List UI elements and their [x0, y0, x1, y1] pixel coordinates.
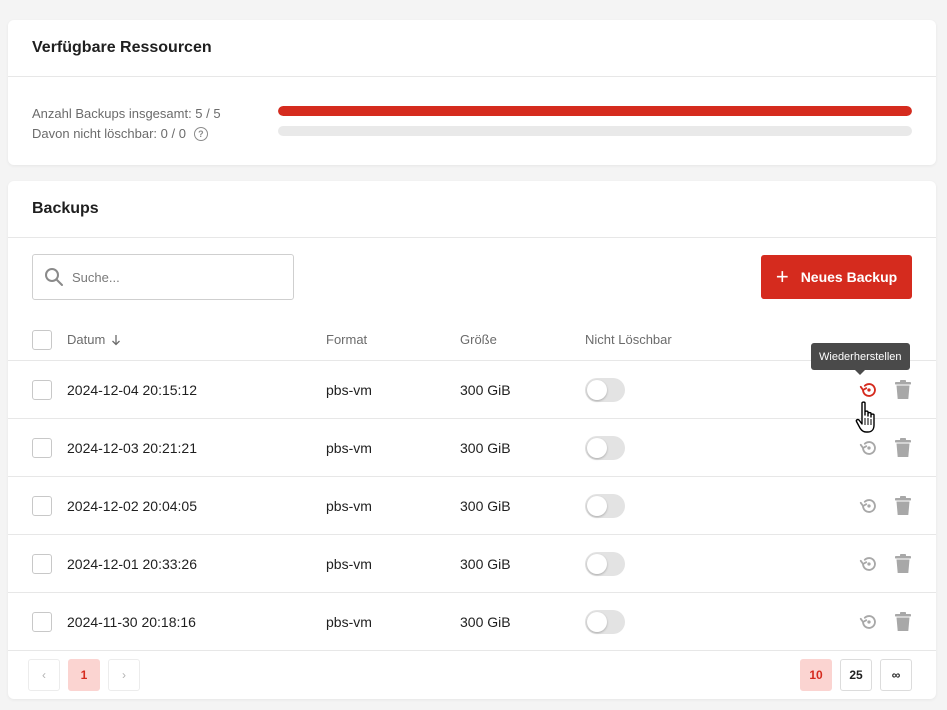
select-all-checkbox[interactable]	[32, 329, 52, 350]
sort-down-icon[interactable]	[111, 334, 121, 346]
row-checkbox[interactable]	[32, 437, 52, 458]
undeletable-progress	[278, 126, 912, 136]
question-circle-icon[interactable]: ?	[193, 127, 208, 141]
not-deletable-toggle[interactable]	[585, 377, 625, 402]
restore-icon[interactable]	[857, 436, 881, 460]
trash-icon[interactable]	[891, 610, 915, 634]
table-row: 2024-12-03 20:21:21 pbs-vm 300 GiB	[8, 419, 936, 477]
backup-date: 2024-12-04 20:15:12	[67, 381, 197, 398]
plus-icon: +	[775, 264, 789, 289]
restore-icon[interactable]	[857, 378, 881, 402]
backup-size: 300 GiB	[460, 497, 511, 514]
search-input[interactable]	[72, 269, 272, 285]
backup-size: 300 GiB	[460, 439, 511, 456]
restore-icon[interactable]	[857, 494, 881, 518]
column-not-deletable: Nicht Löschbar	[585, 332, 672, 347]
backup-format: pbs-vm	[326, 497, 372, 514]
total-backups-progress-fill	[278, 106, 912, 116]
trash-icon[interactable]	[891, 552, 915, 576]
table-row: 2024-12-04 20:15:12 pbs-vm 300 GiB	[8, 361, 936, 419]
backup-date: 2024-11-30 20:18:16	[67, 613, 196, 630]
page-size-25-button[interactable]: 25	[840, 659, 872, 691]
total-backups-progress	[278, 106, 912, 116]
not-deletable-toggle[interactable]	[585, 435, 625, 460]
trash-icon[interactable]	[891, 494, 915, 518]
page-size-10-button[interactable]: 10	[800, 659, 832, 691]
resources-title: Verfügbare Ressourcen	[8, 20, 936, 77]
not-deletable-toggle[interactable]	[585, 609, 625, 634]
total-backups-label: Anzahl Backups insgesamt: 5 / 5	[32, 106, 221, 121]
trash-icon[interactable]	[891, 378, 915, 402]
hand-pointer-cursor	[855, 401, 875, 433]
not-deletable-toggle[interactable]	[585, 551, 625, 576]
table-header: Datum Format Größe Nicht Löschbar	[8, 319, 936, 361]
backup-format: pbs-vm	[326, 381, 372, 398]
search-box[interactable]	[32, 254, 294, 300]
backups-table: Datum Format Größe Nicht Löschbar 2024-1…	[8, 319, 936, 651]
prev-page-button[interactable]: ‹	[28, 659, 60, 691]
backup-size: 300 GiB	[460, 555, 511, 572]
page-1-button[interactable]: 1	[68, 659, 100, 691]
undeletable-label: Davon nicht löschbar: 0 / 0	[32, 126, 186, 141]
column-size: Größe	[460, 332, 497, 347]
column-date[interactable]: Datum	[67, 332, 105, 347]
backup-size: 300 GiB	[460, 613, 511, 630]
row-checkbox[interactable]	[32, 611, 52, 632]
restore-icon[interactable]	[857, 610, 881, 634]
row-checkbox[interactable]	[32, 495, 52, 516]
backup-date: 2024-12-01 20:33:26	[67, 555, 197, 572]
table-row: 2024-12-01 20:33:26 pbs-vm 300 GiB	[8, 535, 936, 593]
backup-format: pbs-vm	[326, 613, 372, 630]
restore-icon[interactable]	[857, 552, 881, 576]
resources-card: Verfügbare Ressourcen Anzahl Backups ins…	[8, 20, 936, 165]
pagination: ‹ 1 › 10 25 ∞	[8, 652, 936, 699]
row-checkbox[interactable]	[32, 379, 52, 400]
backup-size: 300 GiB	[460, 381, 511, 398]
backups-card: Backups + Neues Backup Datum Format Größ…	[8, 181, 936, 699]
next-page-button[interactable]: ›	[108, 659, 140, 691]
column-format: Format	[326, 332, 368, 347]
backup-format: pbs-vm	[326, 439, 372, 456]
trash-icon[interactable]	[891, 436, 915, 460]
backup-format: pbs-vm	[326, 555, 372, 572]
new-backup-button[interactable]: + Neues Backup	[761, 255, 912, 299]
backup-date: 2024-12-03 20:21:21	[67, 439, 197, 456]
table-row: 2024-11-30 20:18:16 pbs-vm 300 GiB	[8, 593, 936, 651]
search-icon	[45, 268, 63, 286]
not-deletable-toggle[interactable]	[585, 493, 625, 518]
backups-title: Backups	[8, 181, 936, 238]
page-size-all-button[interactable]: ∞	[880, 659, 912, 691]
new-backup-label: Neues Backup	[800, 269, 898, 285]
backup-date: 2024-12-02 20:04:05	[67, 497, 197, 514]
table-row: 2024-12-02 20:04:05 pbs-vm 300 GiB	[8, 477, 936, 535]
restore-tooltip: Wiederherstellen	[811, 343, 910, 375]
row-checkbox[interactable]	[32, 553, 52, 574]
